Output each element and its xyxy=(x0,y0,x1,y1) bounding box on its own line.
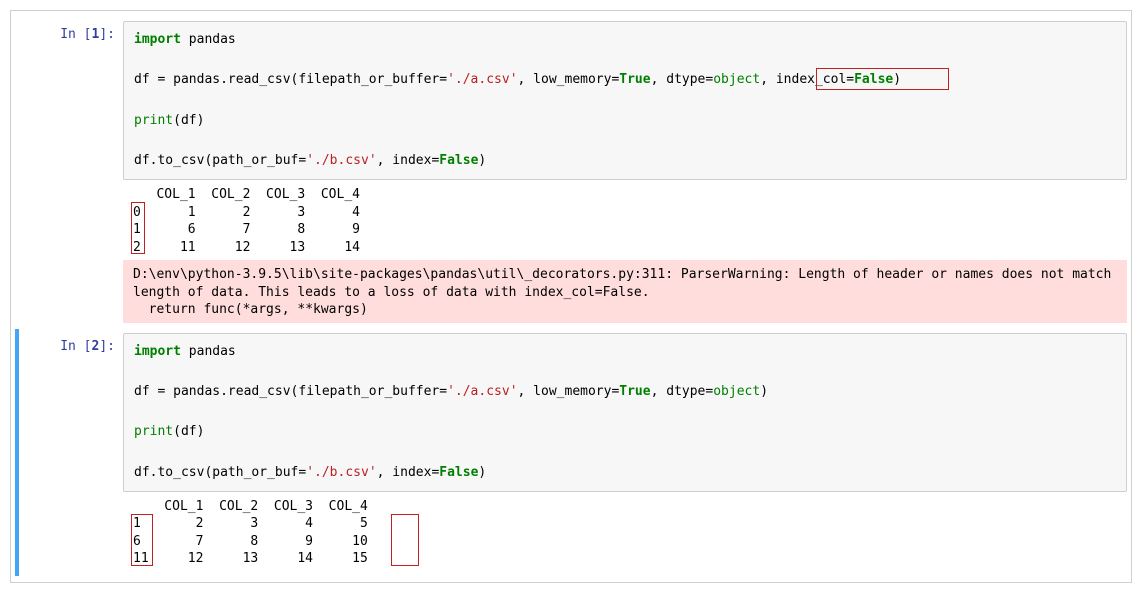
code-text: ) xyxy=(478,465,486,480)
kw-false: False xyxy=(439,465,478,480)
code-text: (df) xyxy=(173,113,204,128)
module-name: pandas xyxy=(181,32,236,47)
code-text: , index xyxy=(377,465,432,480)
output-row-stdout: COL_1 COL_2 COL_3 COL_4 0 1 2 3 4 1 6 7 … xyxy=(19,180,1127,260)
stderr-output: D:\env\python-3.9.5\lib\site-packages\pa… xyxy=(123,260,1127,323)
code-text: df xyxy=(134,384,157,399)
module-name: pandas xyxy=(181,344,236,359)
builtin-object: object xyxy=(713,72,760,87)
builtin-print: print xyxy=(134,424,173,439)
highlight-box-col4 xyxy=(391,514,419,566)
code-text: ) xyxy=(893,72,901,87)
output-row-stderr: D:\env\python-3.9.5\lib\site-packages\pa… xyxy=(19,260,1127,323)
input-prompt: In [1]: xyxy=(19,21,123,42)
code-editor[interactable]: import pandas df = pandas.read_csv(filep… xyxy=(123,333,1127,492)
notebook: In [1]: import pandas df = pandas.read_c… xyxy=(10,10,1132,583)
code-text: df.to_csv(path_or_buf xyxy=(134,465,298,480)
kw-true: True xyxy=(619,384,650,399)
input-prompt: In [2]: xyxy=(19,333,123,354)
stdout-output: COL_1 COL_2 COL_3 COL_4 1 2 3 4 5 6 7 8 … xyxy=(123,492,1127,572)
code-text: ) xyxy=(760,384,768,399)
string-literal: './b.csv' xyxy=(306,153,376,168)
kw-false: False xyxy=(439,153,478,168)
code-text: , low_memory xyxy=(518,384,612,399)
stdout-output: COL_1 COL_2 COL_3 COL_4 0 1 2 3 4 1 6 7 … xyxy=(123,180,1127,260)
string-literal: './b.csv' xyxy=(306,465,376,480)
kw-true: True xyxy=(619,72,650,87)
output-prompt xyxy=(19,492,123,498)
code-text: , dtype xyxy=(651,384,706,399)
code-text: , index xyxy=(377,153,432,168)
code-text: , low_memory xyxy=(518,72,612,87)
builtin-object: object xyxy=(713,384,760,399)
code-editor[interactable]: import pandas df = pandas.read_csv(filep… xyxy=(123,21,1127,180)
code-text: df.to_csv(path_or_buf xyxy=(134,153,298,168)
code-text: , index_col xyxy=(760,72,846,87)
stderr-text: D:\env\python-3.9.5\lib\site-packages\pa… xyxy=(133,267,1119,317)
cell-1: In [1]: import pandas df = pandas.read_c… xyxy=(15,17,1127,327)
code-text: (df) xyxy=(173,424,204,439)
string-literal: './a.csv' xyxy=(447,384,517,399)
kw-import: import xyxy=(134,32,181,47)
op-eq: = xyxy=(439,72,447,87)
prompt-prefix: In [ xyxy=(60,27,91,42)
prompt-suffix: ]: xyxy=(99,27,115,42)
op-eq: = xyxy=(846,72,854,87)
code-row: In [1]: import pandas df = pandas.read_c… xyxy=(19,21,1127,180)
output-prompt xyxy=(19,180,123,186)
prompt-prefix: In [ xyxy=(60,339,91,354)
builtin-print: print xyxy=(134,113,173,128)
stdout-text: COL_1 COL_2 COL_3 COL_4 1 2 3 4 5 6 7 8 … xyxy=(133,499,368,567)
op-eq: = xyxy=(439,384,447,399)
output-prompt xyxy=(19,260,123,266)
kw-import: import xyxy=(134,344,181,359)
code-text: , dtype xyxy=(651,72,706,87)
code-text: pandas.read_csv(filepath_or_buffer xyxy=(165,72,439,87)
code-text: pandas.read_csv(filepath_or_buffer xyxy=(165,384,439,399)
prompt-suffix: ]: xyxy=(99,339,115,354)
string-literal: './a.csv' xyxy=(447,72,517,87)
output-row-stdout: COL_1 COL_2 COL_3 COL_4 1 2 3 4 5 6 7 8 … xyxy=(19,492,1127,572)
code-text: df xyxy=(134,72,157,87)
code-text: ) xyxy=(478,153,486,168)
stdout-text: COL_1 COL_2 COL_3 COL_4 0 1 2 3 4 1 6 7 … xyxy=(133,187,360,255)
cell-2: In [2]: import pandas df = pandas.read_c… xyxy=(15,329,1127,576)
kw-false: False xyxy=(854,72,893,87)
code-row: In [2]: import pandas df = pandas.read_c… xyxy=(19,333,1127,492)
